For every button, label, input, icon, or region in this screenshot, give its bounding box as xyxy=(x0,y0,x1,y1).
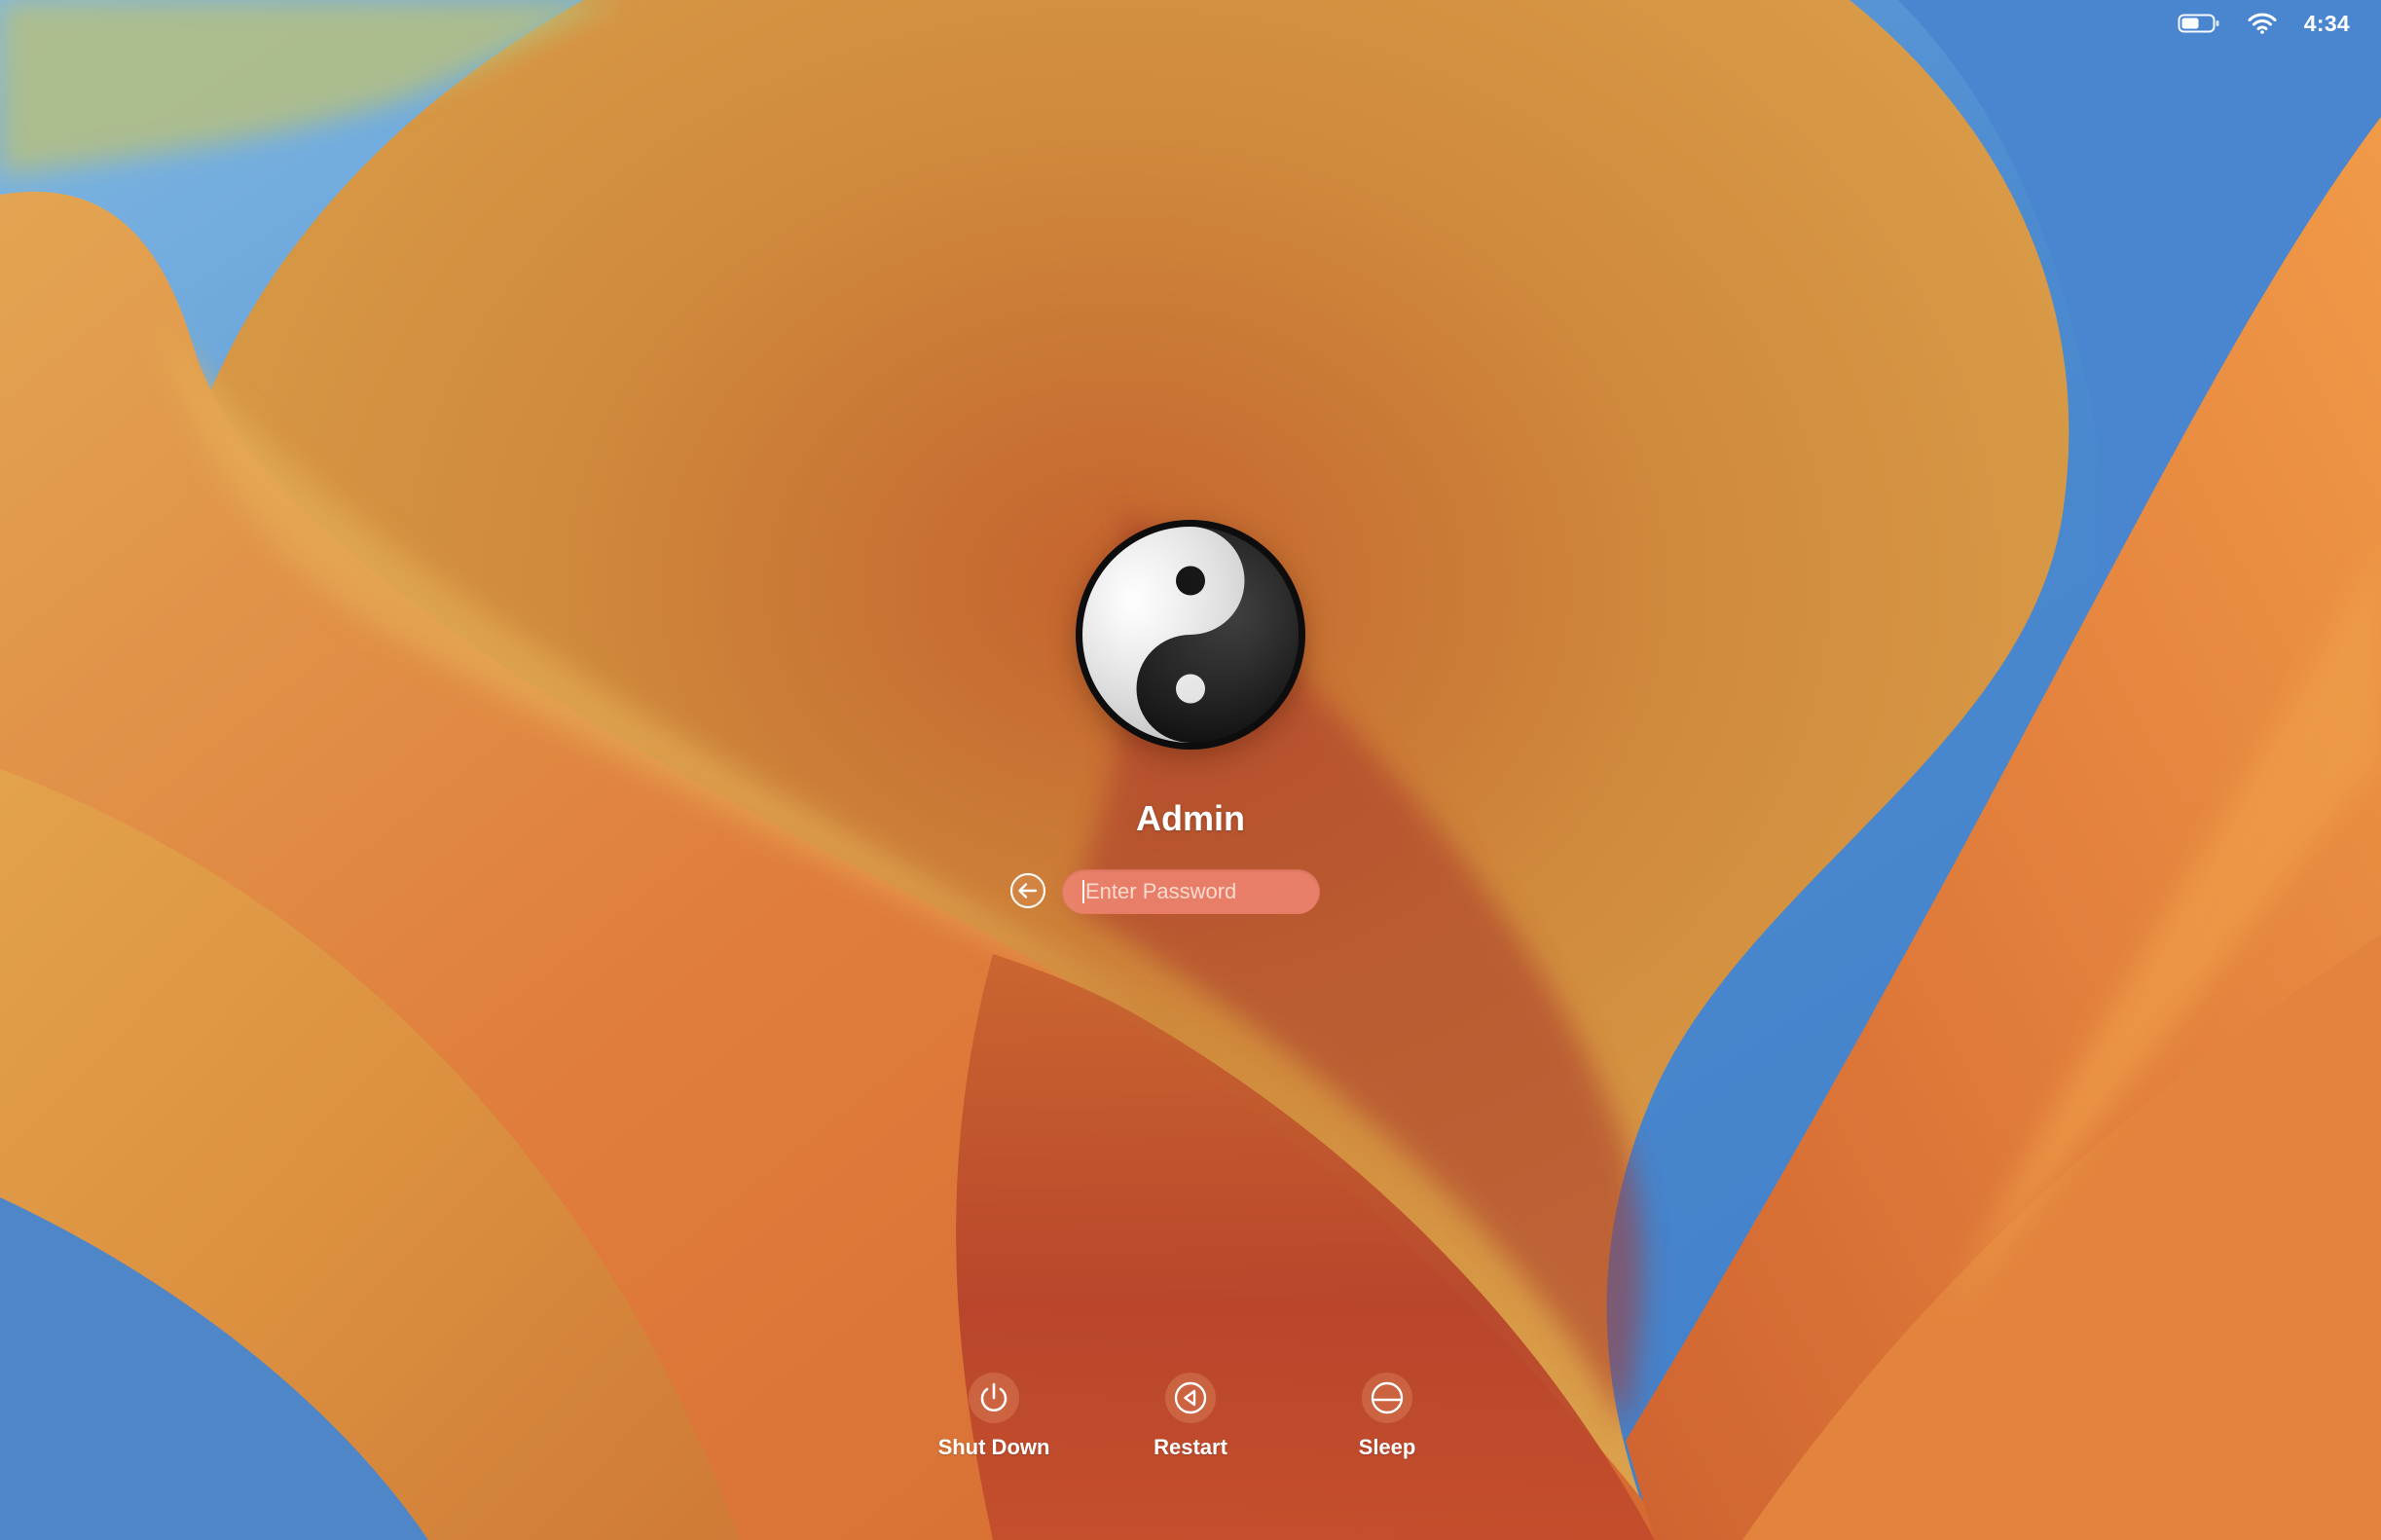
back-button[interactable] xyxy=(1008,871,1047,910)
shut-down-button[interactable]: Shut Down xyxy=(921,1373,1067,1460)
clock[interactable]: 4:34 xyxy=(2304,11,2350,37)
password-field-container[interactable] xyxy=(1062,869,1320,914)
wallpaper xyxy=(0,0,2381,1540)
text-cursor xyxy=(1082,880,1084,903)
battery-icon[interactable] xyxy=(2178,13,2220,34)
yin-yang-avatar[interactable] xyxy=(1074,518,1307,752)
restart-icon xyxy=(1165,1373,1216,1423)
power-icon xyxy=(969,1373,1019,1423)
restart-label: Restart xyxy=(1154,1435,1227,1459)
sleep-button[interactable]: Sleep xyxy=(1314,1373,1460,1460)
user-name: Admin xyxy=(1136,798,1245,838)
power-actions: Shut Down Restart Sleep xyxy=(0,1373,2381,1480)
login-screen: 4:34 Admin Shut Down Restart Sleep xyxy=(0,0,2381,1540)
password-input[interactable] xyxy=(1083,878,1313,905)
restart-button[interactable]: Restart xyxy=(1117,1373,1264,1460)
sleep-label: Sleep xyxy=(1358,1435,1416,1459)
wifi-icon[interactable] xyxy=(2248,13,2277,34)
shut-down-label: Shut Down xyxy=(937,1435,1050,1459)
menu-bar-status: 4:34 xyxy=(2178,0,2381,47)
back-arrow-icon xyxy=(1009,872,1046,909)
sleep-icon xyxy=(1362,1373,1412,1423)
